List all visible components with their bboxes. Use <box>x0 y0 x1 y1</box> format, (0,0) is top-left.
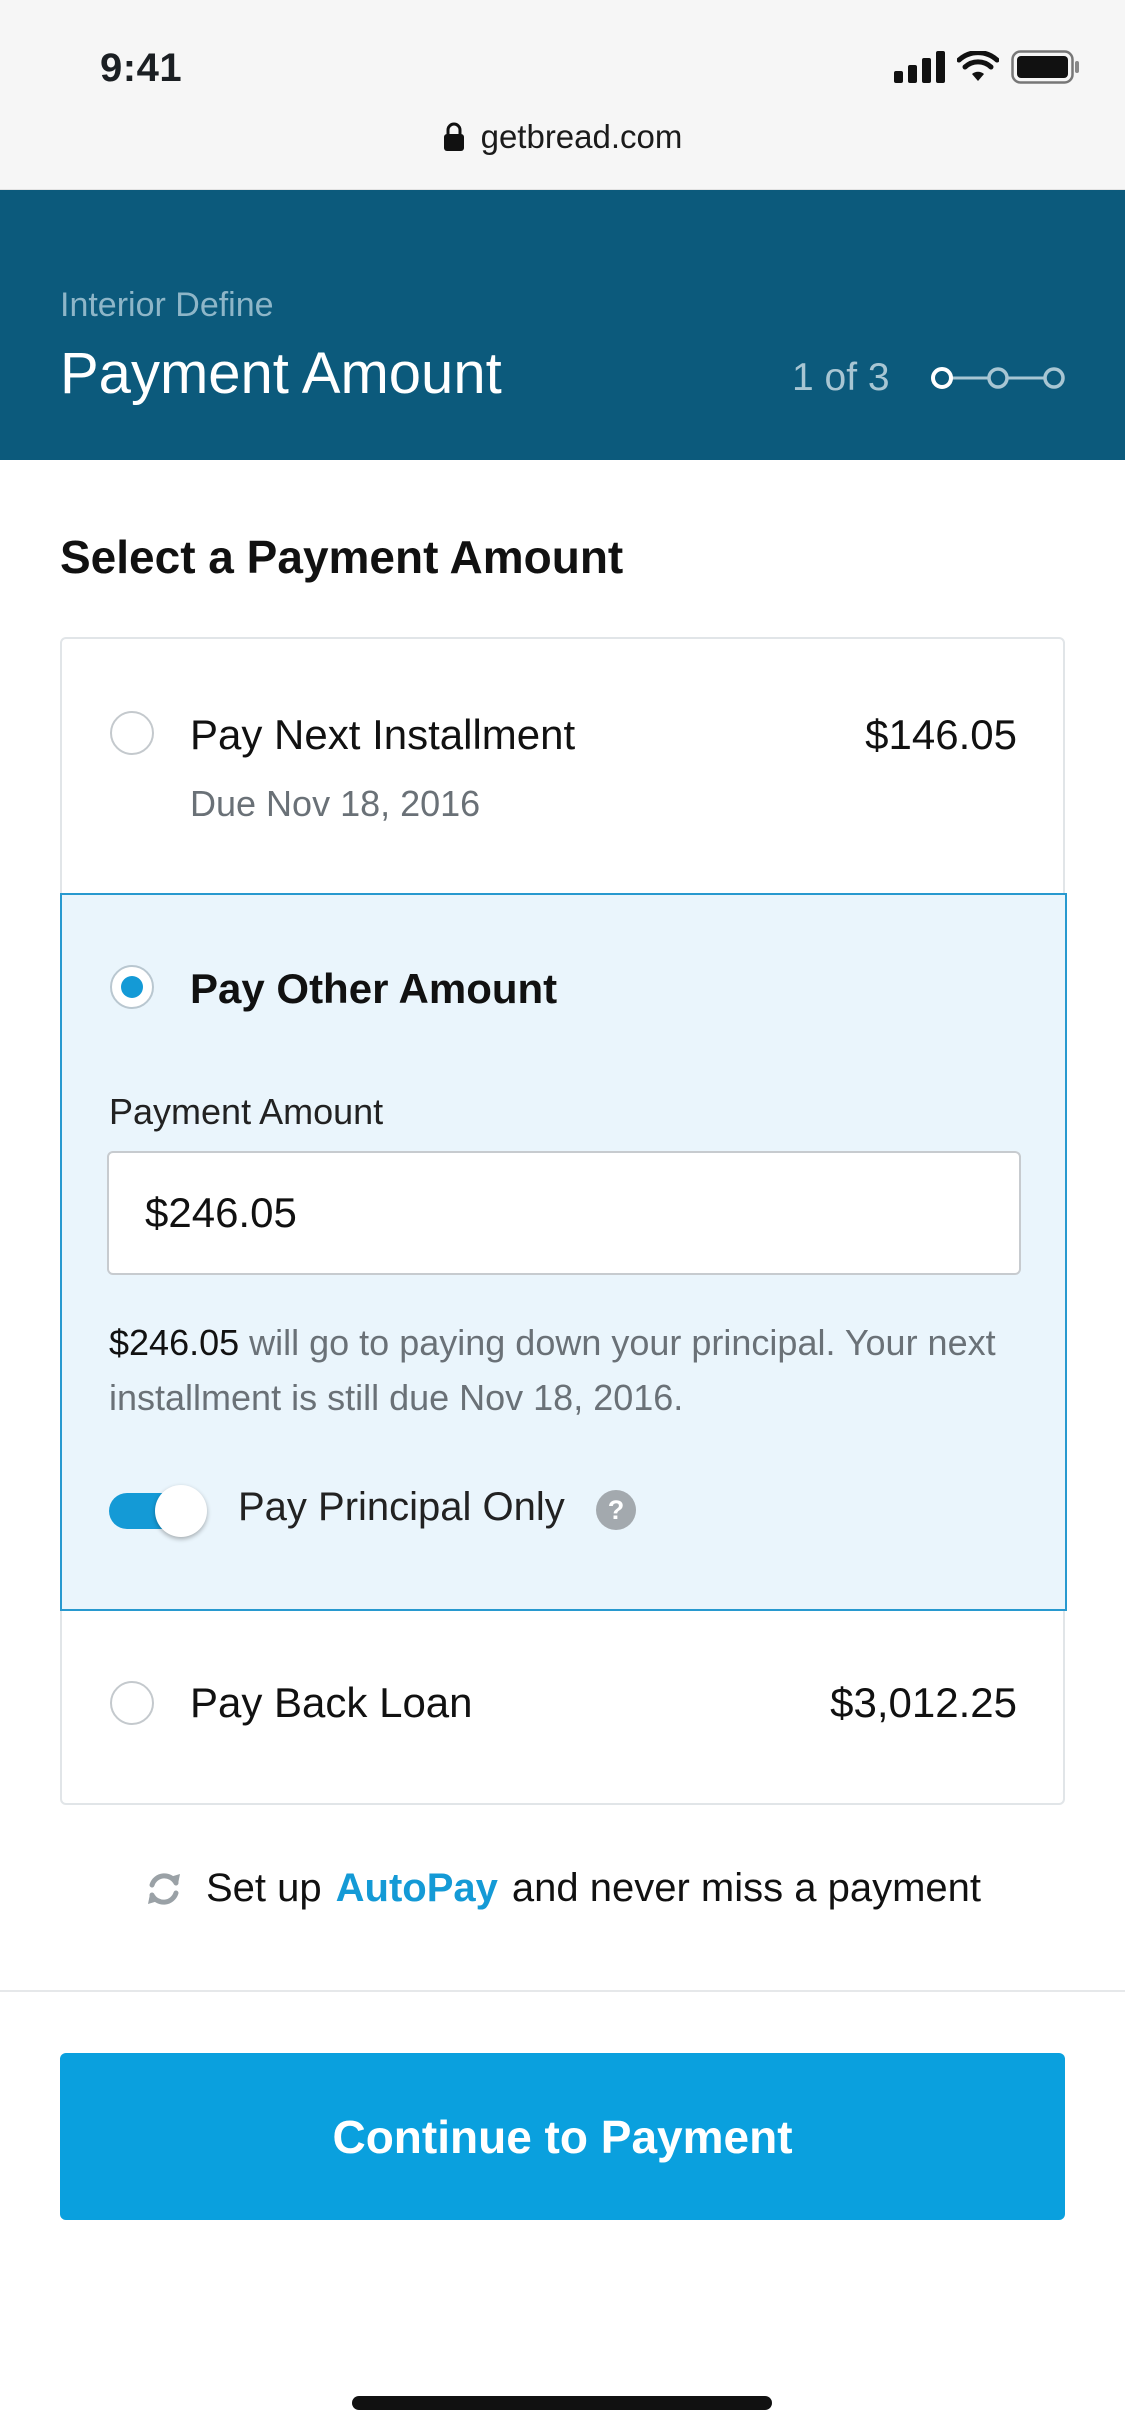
option-label: Pay Next Installment <box>190 711 576 758</box>
principal-note: $246.05 will go to paying down your prin… <box>109 1315 1029 1425</box>
continue-to-payment-button[interactable]: Continue to Payment <box>60 2053 1065 2220</box>
question-icon[interactable]: ? <box>594 1488 638 1532</box>
toggle-knob <box>155 1485 207 1537</box>
autopay-prefix: Set up <box>205 1866 322 1910</box>
status-icons <box>894 50 1081 84</box>
merchant-name: Interior Define <box>60 286 274 324</box>
lock-icon <box>443 122 464 151</box>
step-progress-icon <box>931 367 1065 389</box>
autopay-link[interactable]: AutoPay <box>336 1866 498 1911</box>
section-title: Select a Payment Amount <box>60 531 624 583</box>
url-bar[interactable]: getbread.com <box>0 118 1125 156</box>
option-amount: $3,012.25 <box>830 1679 1017 1726</box>
radio-next-installment[interactable] <box>110 711 154 755</box>
note-text: will go to paying down your principal. Y… <box>109 1322 996 1418</box>
toggle-label: Pay Principal Only <box>238 1485 565 1529</box>
autopay-suffix: and never miss a payment <box>511 1866 982 1910</box>
autopay-promo: Set up AutoPay and never miss a payment <box>0 1866 1125 1911</box>
step-indicator-text: 1 of 3 <box>792 356 890 399</box>
svg-text:?: ? <box>608 1495 625 1525</box>
option-label: Pay Other Amount <box>190 965 558 1012</box>
refresh-icon <box>147 1872 180 1905</box>
home-indicator <box>352 2396 772 2410</box>
url-text: getbread.com <box>480 118 683 155</box>
status-time: 9:41 <box>100 46 183 90</box>
pay-principal-toggle[interactable] <box>109 1485 207 1537</box>
page-header: Interior Define Payment Amount 1 of 3 <box>0 190 1125 460</box>
option-due-date: Due Nov 18, 2016 <box>190 783 481 824</box>
option-amount: $146.05 <box>865 711 1017 758</box>
battery-icon <box>1011 50 1079 84</box>
radio-pay-back-loan[interactable] <box>110 1681 154 1725</box>
option-label: Pay Back Loan <box>190 1679 473 1726</box>
wifi-icon <box>957 51 999 81</box>
note-amount: $246.05 <box>109 1322 240 1363</box>
radio-other-amount[interactable] <box>110 965 154 1009</box>
option-pay-back-loan[interactable]: Pay Back Loan $3,012.25 <box>62 1611 1063 1805</box>
payment-amount-label: Payment Amount <box>109 1091 384 1132</box>
option-other-amount[interactable]: Pay Other Amount Payment Amount $246.05 … <box>60 893 1067 1611</box>
signal-icon <box>894 51 945 83</box>
payment-options-card: Pay Next Installment Due Nov 18, 2016 $1… <box>60 637 1067 1805</box>
status-bar: 9:41 getbread.com <box>0 0 1125 190</box>
page-title: Payment Amount <box>60 341 502 406</box>
payment-amount-input[interactable] <box>107 1151 1021 1275</box>
divider <box>0 1990 1125 1992</box>
option-next-installment[interactable]: Pay Next Installment Due Nov 18, 2016 $1… <box>62 639 1063 895</box>
